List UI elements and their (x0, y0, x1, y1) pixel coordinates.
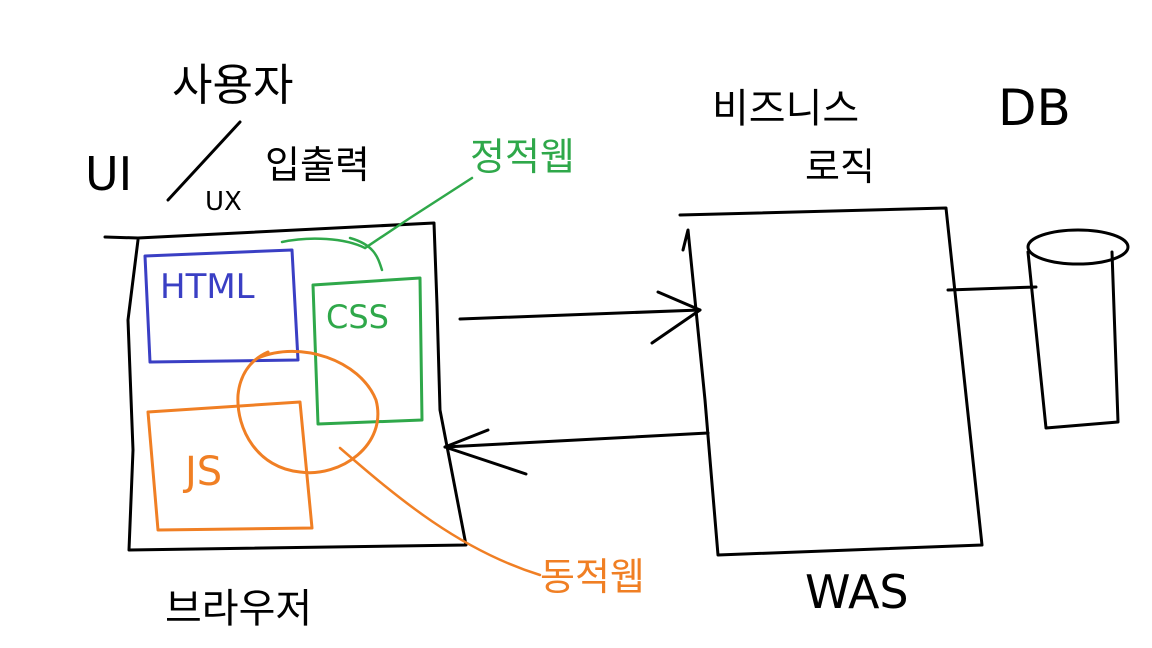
ui-label: UI (85, 147, 132, 201)
js-box (146, 400, 314, 532)
static-web-connector (280, 176, 474, 250)
browser-label: 브라우저 (165, 586, 312, 632)
response-arrow-line (443, 431, 710, 449)
io-label: 입출력 (265, 143, 370, 187)
ux-label: UX (205, 187, 242, 217)
dynamic-highlight-circle (236, 349, 380, 475)
db-label: DB (998, 79, 1071, 137)
static-web-label: 정적웹 (470, 135, 575, 179)
was-box (678, 206, 984, 557)
html-label: HTML (160, 267, 255, 307)
logic-label: 로직 (805, 145, 875, 189)
user-label: 사용자 (172, 60, 293, 111)
response-arrowhead (443, 428, 528, 476)
architecture-diagram: 사용자 UI UX 입출력 비즈니스 로직 DB 브라우저 WAS HTML C… (85, 60, 1130, 632)
was-db-connector (946, 285, 1038, 292)
request-arrow-line (458, 308, 702, 321)
db-cylinder-body (1026, 250, 1120, 430)
request-arrowhead (650, 290, 702, 345)
business-label: 비즈니스 (712, 86, 859, 132)
css-label: CSS (326, 298, 389, 336)
was-label: WAS (805, 565, 909, 619)
dynamic-web-label: 동적웹 (540, 555, 645, 599)
js-label: JS (182, 449, 222, 495)
dynamic-web-connector (338, 446, 542, 577)
